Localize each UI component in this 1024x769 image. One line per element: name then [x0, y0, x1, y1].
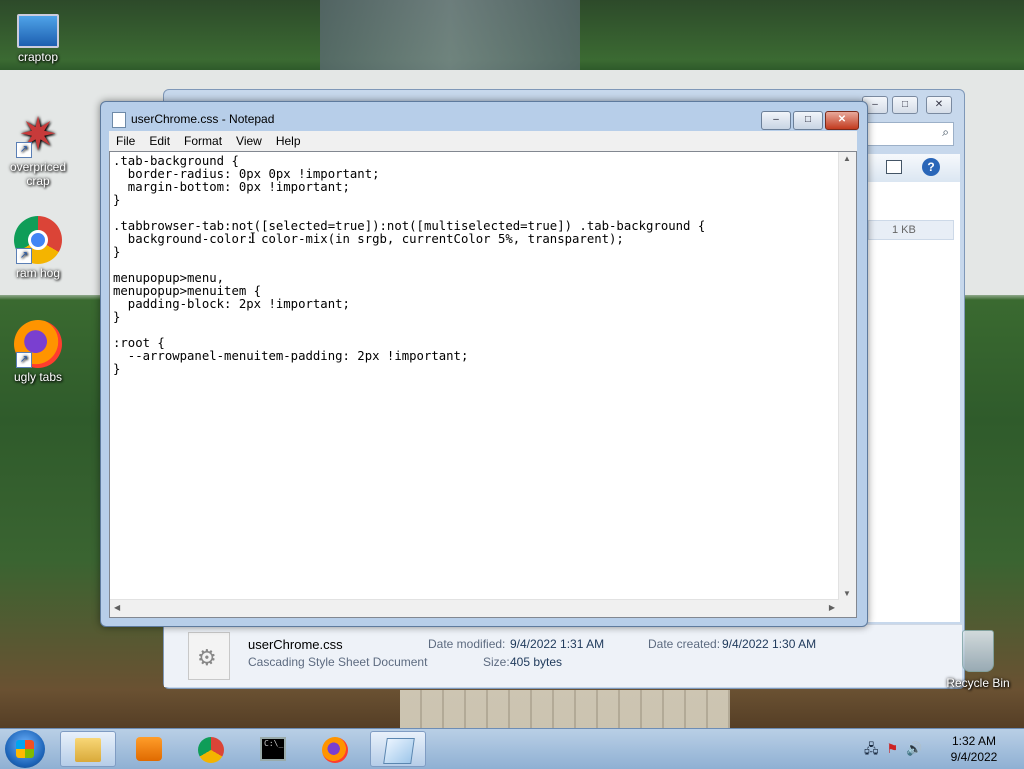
- media-player-icon: [136, 737, 162, 761]
- start-button[interactable]: [5, 730, 45, 768]
- menu-bar: File Edit Format View Help: [109, 131, 857, 151]
- shortcut-arrow-icon: ↗: [16, 142, 32, 158]
- explorer-toolbar: ?: [864, 154, 960, 182]
- taskbar-chrome[interactable]: [184, 731, 240, 767]
- details-size-label: Size:: [483, 655, 510, 669]
- preview-pane-icon[interactable]: [886, 160, 902, 174]
- clock-time: 1:32 AM: [951, 734, 997, 748]
- firefox-icon: ↗: [14, 320, 62, 368]
- chrome-icon: ↗: [14, 216, 62, 264]
- explorer-file-list[interactable]: [864, 182, 960, 622]
- details-size: 405 bytes: [510, 655, 563, 669]
- notepad-icon: [112, 112, 126, 128]
- file-size-cell: 1 KB: [892, 224, 916, 236]
- taskbar-cmd[interactable]: C:\_: [246, 731, 302, 767]
- ibeam-cursor-icon: I: [250, 231, 256, 247]
- desktop-icon-label: craptop: [17, 50, 59, 64]
- shortcut-arrow-icon: ↗: [16, 352, 32, 368]
- notepad-icon: [383, 738, 415, 764]
- close-button[interactable]: ✕: [825, 111, 859, 130]
- volume-icon[interactable]: 🔊: [906, 741, 922, 756]
- desktop-icon-recycle-bin[interactable]: Recycle Bin: [940, 630, 1016, 690]
- chrome-icon: [198, 737, 224, 763]
- menu-help[interactable]: Help: [269, 131, 308, 151]
- desktop-icon-label: overpriced crap: [9, 160, 67, 188]
- horizontal-scrollbar[interactable]: ◀ ▶: [110, 599, 839, 617]
- scroll-up-arrow-icon[interactable]: ▲: [843, 154, 851, 163]
- clock-date: 9/4/2022: [950, 750, 998, 764]
- help-icon[interactable]: ?: [922, 158, 940, 176]
- explorer-icon: [75, 738, 101, 762]
- taskbar: C:\_ 🖧 ⚑ 🔊 1:32 AM 9/4/2022: [0, 728, 1024, 769]
- details-date-created-label: Date created:: [648, 637, 721, 651]
- clock[interactable]: 1:32 AM 9/4/2022: [946, 733, 1002, 765]
- details-date-created: 9/4/2022 1:30 AM: [722, 637, 817, 651]
- scroll-left-arrow-icon[interactable]: ◀: [114, 603, 120, 612]
- wallpaper-bench: [400, 690, 730, 730]
- window-title: userChrome.css - Notepad: [131, 112, 275, 126]
- text-editor[interactable]: .tab-background { border-radius: 0px 0px…: [109, 151, 857, 618]
- menu-view[interactable]: View: [229, 131, 269, 151]
- network-icon[interactable]: 🖧: [864, 741, 879, 756]
- computer-icon: [17, 14, 59, 48]
- desktop-icon-ram-hog[interactable]: ↗ ram hog: [0, 216, 76, 280]
- wallpaper-road: [320, 0, 580, 70]
- minimize-button[interactable]: –: [761, 111, 791, 130]
- desktop-icon-label: ugly tabs: [13, 370, 63, 384]
- editor-content[interactable]: .tab-background { border-radius: 0px 0px…: [113, 155, 841, 595]
- scroll-right-arrow-icon[interactable]: ▶: [829, 603, 835, 612]
- scroll-down-arrow-icon[interactable]: ▼: [843, 589, 851, 598]
- details-file-name: userChrome.css: [248, 637, 343, 652]
- taskbar-notepad[interactable]: [370, 731, 426, 767]
- menu-file[interactable]: File: [109, 131, 142, 151]
- desktop-icon-label: ram hog: [15, 266, 61, 280]
- details-file-type: Cascading Style Sheet Document: [248, 655, 428, 669]
- details-date-modified: 9/4/2022 1:31 AM: [510, 637, 605, 651]
- taskbar-media-player[interactable]: [122, 731, 178, 767]
- notepad-window[interactable]: userChrome.css - Notepad – □ ✕ File Edit F…: [100, 101, 868, 627]
- mathematica-icon: ✷ ↗: [14, 110, 62, 158]
- vertical-scrollbar[interactable]: ▲ ▼: [838, 152, 856, 600]
- explorer-close-button[interactable]: ✕: [926, 96, 952, 114]
- recycle-bin-icon: [962, 630, 994, 672]
- action-center-flag-icon[interactable]: ⚑: [887, 741, 899, 756]
- cmd-icon: C:\_: [260, 737, 286, 761]
- firefox-icon: [322, 737, 348, 763]
- explorer-maximize-button[interactable]: □: [892, 96, 918, 114]
- details-date-modified-label: Date modified:: [428, 637, 506, 651]
- details-pane: userChrome.css Cascading Style Sheet Doc…: [164, 624, 962, 687]
- maximize-button[interactable]: □: [793, 111, 823, 130]
- menu-edit[interactable]: Edit: [142, 131, 177, 151]
- css-file-icon: [188, 632, 230, 680]
- shortcut-arrow-icon: ↗: [16, 248, 32, 264]
- explorer-search-input[interactable]: ⌕: [864, 122, 954, 146]
- search-icon: ⌕: [942, 125, 949, 139]
- desktop-icon-label: Recycle Bin: [946, 676, 1010, 690]
- desktop-icon-overpriced-crap[interactable]: ✷ ↗ overpriced crap: [0, 110, 76, 188]
- desktop-icon-craptop[interactable]: craptop: [0, 8, 76, 64]
- taskbar-explorer[interactable]: [60, 731, 116, 767]
- menu-format[interactable]: Format: [177, 131, 229, 151]
- resize-grip[interactable]: [839, 600, 856, 617]
- desktop-icon-ugly-tabs[interactable]: ↗ ugly tabs: [0, 320, 76, 384]
- system-tray: 🖧 ⚑ 🔊: [864, 740, 930, 762]
- taskbar-firefox[interactable]: [308, 731, 364, 767]
- windows-logo-icon: [16, 740, 34, 758]
